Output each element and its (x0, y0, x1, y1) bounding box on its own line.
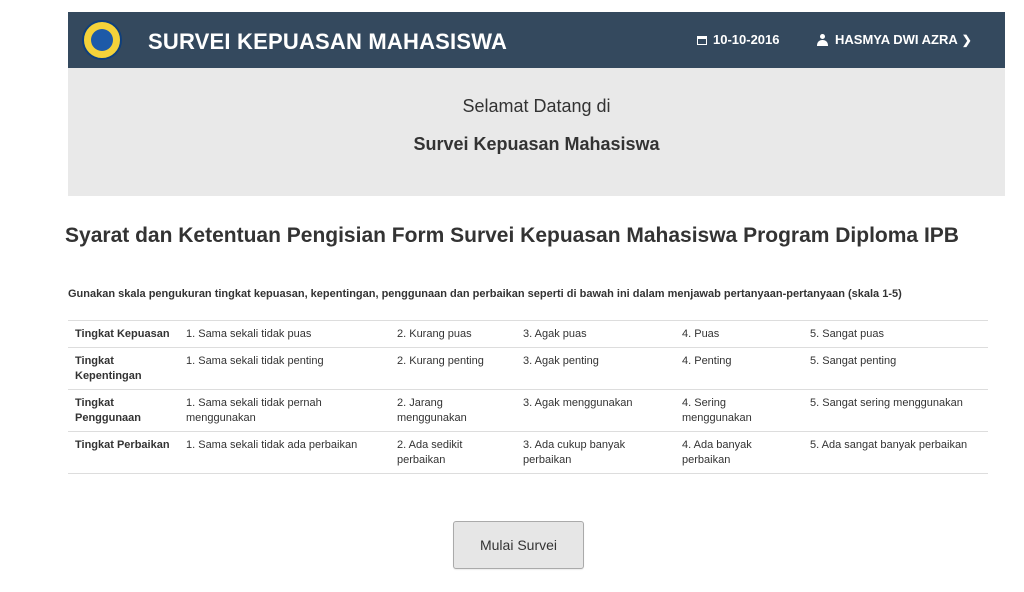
table-cell: 2. Kurang penting (390, 347, 516, 390)
table-cell: 4. Puas (675, 320, 803, 348)
table-cell: 4. Ada banyak perbaikan (675, 431, 803, 474)
table-cell: 5. Sangat puas (803, 320, 988, 348)
intro-text: Gunakan skala pengukuran tingkat kepuasa… (68, 288, 902, 300)
university-seal-logo (82, 20, 122, 60)
table-cell: 5. Sangat penting (803, 347, 988, 390)
calendar-icon (697, 36, 707, 45)
page-heading: Syarat dan Ketentuan Pengisian Form Surv… (65, 224, 959, 247)
table-row: Tingkat Penggunaan 1. Sama sekali tidak … (68, 389, 988, 432)
table-cell: 1. Sama sekali tidak pernah menggunakan (179, 389, 390, 432)
welcome-text: Selamat Datang di (462, 96, 611, 116)
table-cell: 2. Kurang puas (390, 320, 516, 348)
table-cell: 3. Ada cukup banyak perbaikan (516, 431, 675, 474)
table-row: Tingkat Kepuasan 1. Sama sekali tidak pu… (68, 320, 988, 348)
table-cell: 2. Ada sedikit perbaikan (390, 431, 516, 474)
row-label: Tingkat Perbaikan (68, 431, 179, 474)
table-cell: 1. Sama sekali tidak ada perbaikan (179, 431, 390, 474)
row-label: Tingkat Kepentingan (68, 347, 179, 390)
brand-title: SURVEI KEPUASAN MAHASISWA (148, 29, 508, 54)
start-survey-button[interactable]: Mulai Survei (453, 521, 584, 569)
table-cell: 1. Sama sekali tidak puas (179, 320, 390, 348)
user-name: HASMYA DWI AZRA (835, 32, 958, 47)
user-menu[interactable]: HASMYA DWI AZRA ❯ (817, 32, 972, 47)
table-cell: 2. Jarang menggunakan (390, 389, 516, 432)
table-cell: 3. Agak penting (516, 347, 675, 390)
chevron-down-icon: ❯ (961, 33, 972, 47)
scale-table: Tingkat Kepuasan 1. Sama sekali tidak pu… (68, 320, 988, 474)
row-label: Tingkat Penggunaan (68, 389, 179, 432)
navbar: SURVEI KEPUASAN MAHASISWA 10-10-2016 HAS… (68, 12, 1005, 68)
welcome-title: Survei Kepuasan Mahasiswa (413, 134, 660, 154)
table-cell: 5. Ada sangat banyak perbaikan (803, 431, 988, 474)
date-display: 10-10-2016 (697, 32, 780, 47)
table-cell: 3. Agak menggunakan (516, 389, 675, 432)
table-cell: 4. Penting (675, 347, 803, 390)
welcome-panel: Selamat Datang di Survei Kepuasan Mahasi… (68, 68, 1005, 196)
top-margin (0, 0, 1024, 10)
row-label: Tingkat Kepuasan (68, 320, 179, 348)
table-row: Tingkat Perbaikan 1. Sama sekali tidak a… (68, 431, 988, 474)
table-cell: 3. Agak puas (516, 320, 675, 348)
table-cell: 1. Sama sekali tidak penting (179, 347, 390, 390)
user-icon (817, 34, 828, 46)
table-cell: 4. Sering menggunakan (675, 389, 803, 432)
table-row: Tingkat Kepentingan 1. Sama sekali tidak… (68, 347, 988, 390)
date-text: 10-10-2016 (713, 32, 780, 47)
table-cell: 5. Sangat sering menggunakan (803, 389, 988, 432)
